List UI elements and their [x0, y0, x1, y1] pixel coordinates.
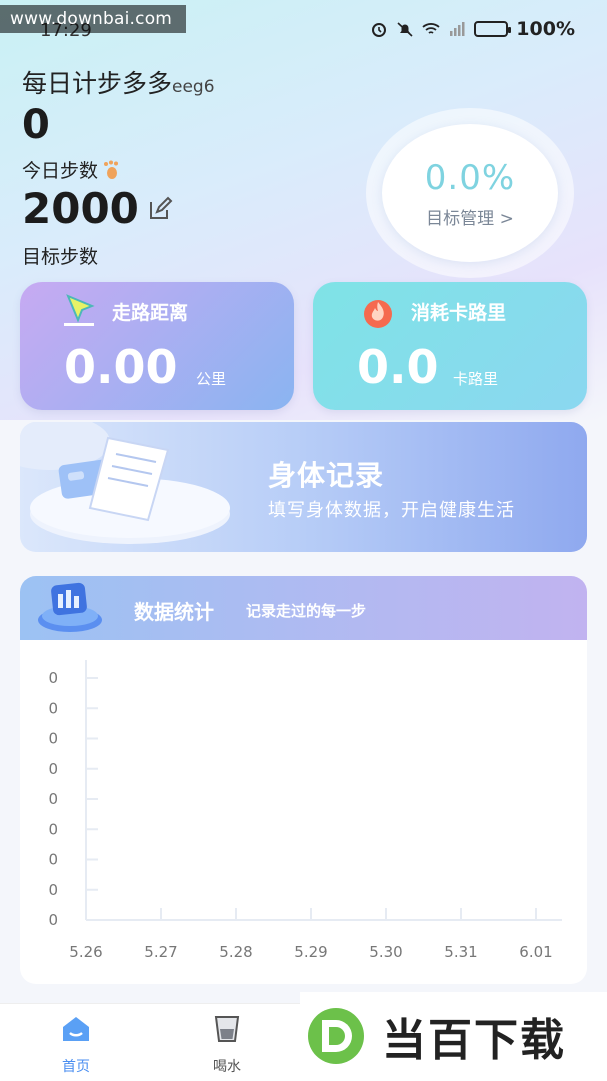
x-tick-label: 5.28: [219, 943, 252, 961]
x-tick-label: 5.26: [69, 943, 102, 961]
y-tick-label: 0: [48, 851, 58, 869]
walk-arrow-icon: [64, 294, 95, 326]
y-tick-label: 0: [48, 820, 58, 838]
goal-steps-row[interactable]: 2000: [22, 184, 173, 233]
watermark-d-icon: [308, 1008, 364, 1064]
y-tick-label: 0: [48, 699, 58, 717]
signal-icon: [450, 22, 465, 36]
walk-distance-title: 走路距离: [112, 302, 189, 324]
x-tick-label: 5.30: [369, 943, 402, 961]
y-tick-label: 0: [48, 881, 58, 899]
battery-percent: 100%: [516, 18, 575, 40]
home-icon: [63, 1017, 89, 1041]
data-stats-subtitle: 记录走过的每一步: [246, 602, 367, 620]
tab-water[interactable]: 喝水: [177, 1004, 277, 1081]
app-name: 每日计步多多: [22, 69, 173, 98]
watermark-logo: 当百下载: [300, 992, 607, 1080]
y-tick-label: 0: [48, 911, 58, 929]
progress-ring[interactable]: 0.0% 目标管理 >: [366, 108, 574, 278]
alarm-icon: [372, 23, 387, 37]
footprint-icon: [104, 160, 119, 179]
bar-chart-icon: [38, 582, 102, 632]
x-tick-label: 6.01: [519, 943, 552, 961]
app-title: 每日计步多多eeg6: [22, 64, 215, 100]
battery-icon: [474, 21, 512, 37]
status-bar-right: 100%: [370, 18, 575, 40]
progress-ring-inner: 0.0% 目标管理 >: [382, 124, 558, 262]
data-stats-card: 数据统计 记录走过的每一步 0 0 0 0 0 0 0 0 0 5.26 5.27 5.28 5.29 5…: [20, 576, 587, 984]
tab-home[interactable]: 首页: [26, 1004, 126, 1081]
data-stats-header: 数据统计 记录走过的每一步: [20, 576, 587, 640]
watermark-site: www.downbai.com: [0, 5, 186, 33]
mute-bell-icon: [397, 22, 413, 37]
today-steps-label: 今日步数: [22, 160, 99, 182]
y-tick-label: 0: [48, 790, 58, 808]
calorie-card[interactable]: 消耗卡路里 0.0 卡路里: [313, 282, 587, 410]
cup-icon: [214, 1016, 240, 1042]
goal-steps-value: 2000: [22, 184, 139, 233]
y-tick-label: 0: [48, 760, 58, 778]
walk-distance-value: 0.00: [64, 340, 178, 394]
x-tick-label: 5.27: [144, 943, 177, 961]
calorie-title: 消耗卡路里: [411, 302, 507, 324]
progress-percent: 0.0%: [424, 157, 516, 198]
flame-icon: [364, 300, 392, 328]
today-steps-value: 0: [22, 102, 50, 148]
x-tick-label: 5.31: [444, 943, 477, 961]
body-record-illustration: [20, 422, 230, 544]
today-steps-label-row: 今日步数: [22, 156, 122, 183]
x-tick-label: 5.29: [294, 943, 327, 961]
wifi-icon: [422, 23, 440, 34]
walk-distance-card[interactable]: 走路距离 0.00 公里: [20, 282, 294, 410]
body-record-banner[interactable]: 身体记录 填写身体数据，开启健康生活: [20, 422, 587, 552]
calorie-value: 0.0: [357, 340, 439, 394]
body-record-title: 身体记录: [268, 459, 385, 492]
steps-chart: 0 0 0 0 0 0 0 0 0 5.26 5.27 5.28 5.29 5.30 5.31 6.01: [48, 660, 562, 961]
y-tick-label: 0: [48, 669, 58, 687]
goal-steps-label: 目标步数: [22, 246, 99, 268]
watermark-text: 当百下载: [382, 1015, 566, 1066]
data-stats-title: 数据统计: [134, 600, 214, 624]
edit-icon[interactable]: [147, 196, 173, 222]
body-record-subtitle: 填写身体数据，开启健康生活: [268, 500, 515, 521]
y-tick-label: 0: [48, 730, 58, 748]
tab-water-label: 喝水: [213, 1059, 241, 1075]
walk-distance-unit: 公里: [196, 370, 227, 388]
user-tag: eeg6: [172, 77, 215, 97]
goal-management-link[interactable]: 目标管理 >: [426, 204, 514, 229]
calorie-unit: 卡路里: [453, 370, 499, 388]
tab-home-label: 首页: [62, 1059, 90, 1075]
